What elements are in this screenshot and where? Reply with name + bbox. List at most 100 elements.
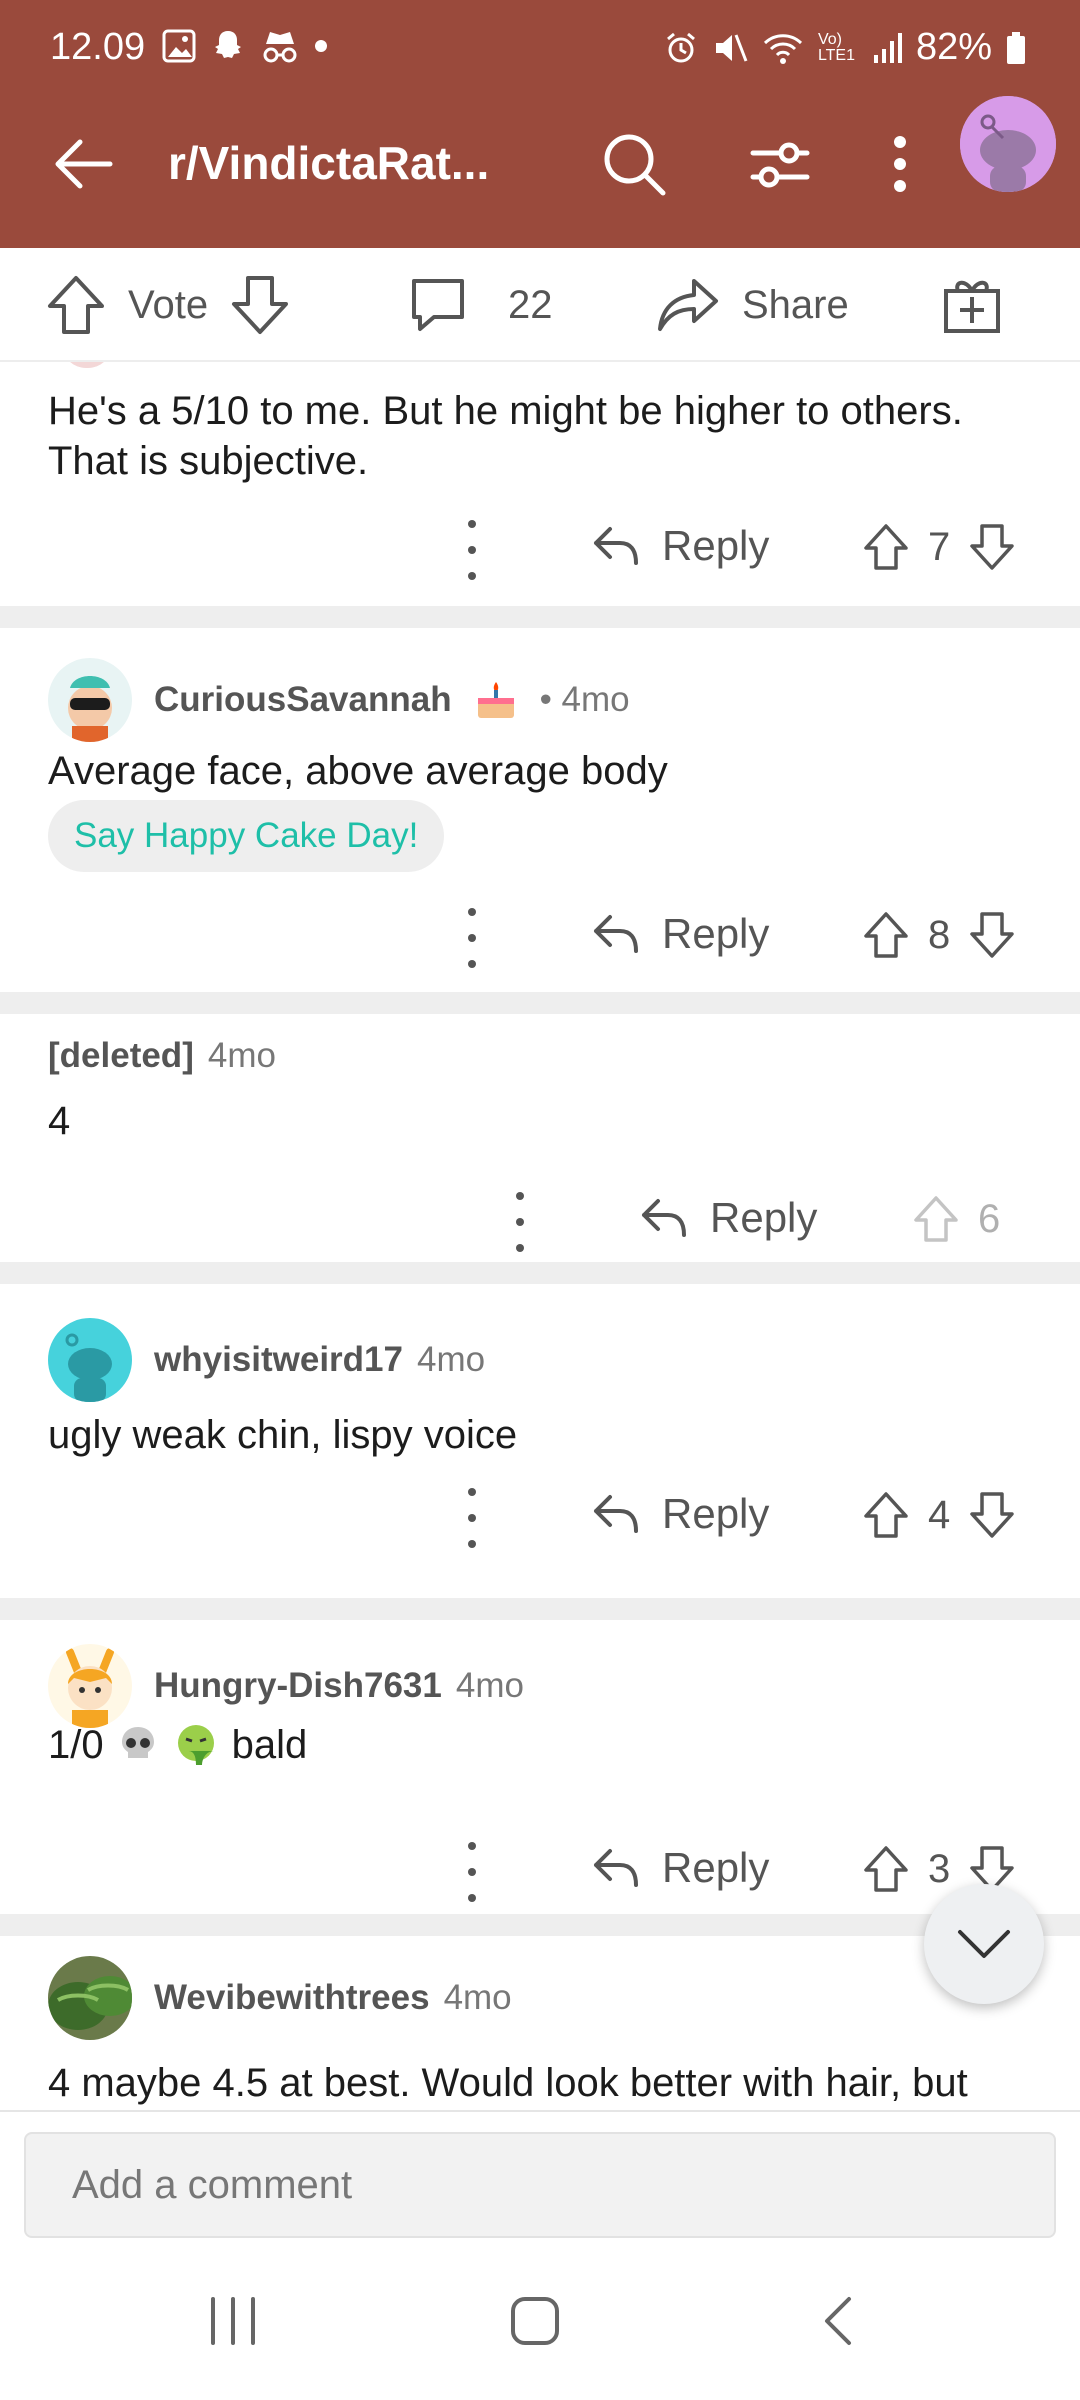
upvote-icon[interactable]	[862, 522, 910, 572]
comment-header: [deleted] 4mo	[48, 1014, 276, 1098]
comment-item: CuriousSavannah • 4mo Average face, abov…	[0, 628, 1080, 992]
vote-score: 8	[928, 912, 951, 957]
award-button[interactable]	[942, 248, 1002, 362]
comment-votes: 6	[912, 1194, 1000, 1244]
comment-body: ugly weak chin, lispy voice	[48, 1413, 518, 1457]
downvote-icon[interactable]	[968, 522, 1016, 572]
upvote-icon[interactable]	[862, 1844, 910, 1894]
comment-body: 4 maybe 4.5 at best. Would look better w…	[48, 2061, 968, 2105]
comment-actions: Reply 7	[0, 510, 1080, 590]
comment-actions: Reply 8	[0, 898, 1080, 978]
comments-count-button[interactable]: 22	[408, 248, 553, 362]
comment-username[interactable]: Hungry-Dish7631	[154, 1666, 442, 1706]
sort-sliders-icon	[750, 142, 810, 188]
reply-button[interactable]: Reply	[592, 1490, 769, 1538]
upvote-icon[interactable]	[862, 1490, 910, 1540]
comment-header: Hungry-Dish7631 4mo	[48, 1644, 524, 1728]
recent-apps-icon	[211, 2297, 255, 2345]
upvote-icon[interactable]	[862, 910, 910, 960]
post-action-bar: Vote 22 Share	[0, 248, 1080, 362]
comment-more-button[interactable]	[462, 1842, 482, 1902]
reply-button[interactable]: Reply	[592, 522, 769, 570]
comment-body: 1/0 bald	[48, 1720, 1038, 1770]
search-button[interactable]	[596, 126, 672, 202]
comment-composer-bar: Add a comment	[0, 2110, 1080, 2240]
comment-separator	[0, 1598, 1080, 1620]
gallery-icon	[162, 29, 196, 63]
subreddit-title[interactable]: r/VindictaRat...	[168, 136, 489, 190]
status-time: 12.09	[50, 26, 146, 68]
share-button[interactable]: Share	[656, 248, 849, 362]
dot-icon	[315, 40, 327, 52]
comment-separator	[0, 992, 1080, 1014]
comment-avatar[interactable]	[48, 1644, 132, 1728]
user-avatar[interactable]	[960, 96, 1056, 192]
say-happy-cake-day-button[interactable]: Say Happy Cake Day!	[48, 800, 445, 872]
status-left-icons	[162, 28, 328, 64]
comment-more-button[interactable]	[462, 1488, 482, 1548]
comment-item: [deleted] 4mo 4 Reply 6	[0, 1014, 1080, 1262]
share-icon	[658, 279, 718, 331]
comment-separator	[0, 1262, 1080, 1284]
comment-username[interactable]: Wevibewithtrees	[154, 1978, 430, 2018]
comment-avatar[interactable]	[48, 1956, 132, 2040]
comment-username[interactable]: whyisitweird17	[154, 1340, 403, 1380]
vote-group: Vote	[46, 248, 290, 362]
snoo-avatar-icon	[960, 96, 1056, 192]
comment-avatar[interactable]	[48, 1318, 132, 1402]
chevron-down-icon	[958, 1930, 1010, 1958]
comment-more-button[interactable]	[462, 520, 482, 580]
comment-item: Wevibewithtrees 4mo 4 maybe 4.5 at best.…	[0, 1936, 1080, 2110]
status-bar: 12.09 Vo) LTE1 82%	[0, 0, 1080, 96]
comment-header: whyisitweird17 4mo	[48, 1318, 485, 1402]
search-icon	[604, 134, 666, 196]
cake-day-icon	[477, 682, 514, 718]
watermelon-avatar-icon	[48, 1956, 132, 2040]
vote-score: 4	[928, 1492, 951, 1537]
alarm-icon	[666, 32, 695, 62]
back-button[interactable]	[46, 126, 122, 202]
wifi-icon	[763, 33, 802, 64]
comment-more-button[interactable]	[462, 908, 482, 968]
avatar-icon	[48, 658, 132, 742]
comment-avatar[interactable]	[48, 658, 132, 742]
upvote-icon[interactable]	[46, 274, 106, 336]
comment-separator	[0, 1914, 1080, 1936]
mute-icon	[715, 33, 748, 62]
upvote-icon	[914, 1196, 958, 1242]
recent-apps-button[interactable]	[188, 2276, 278, 2366]
reply-arrow-icon	[642, 1199, 686, 1237]
back-arrow-icon	[55, 139, 113, 189]
system-back-button[interactable]	[794, 2276, 884, 2366]
downvote-icon[interactable]	[230, 274, 290, 336]
system-navigation-bar	[0, 2240, 1080, 2400]
reply-button[interactable]: Reply	[592, 910, 769, 958]
comment-more-button[interactable]	[510, 1192, 530, 1252]
overflow-menu-button[interactable]	[862, 126, 938, 202]
add-comment-input[interactable]: Add a comment	[24, 2132, 1056, 2238]
battery-icon	[1007, 31, 1025, 64]
toolbar: r/VindictaRat...	[0, 96, 1080, 248]
home-button[interactable]	[490, 2276, 580, 2366]
app-bar: 12.09 Vo) LTE1 82% r/VindictaRat...	[0, 0, 1080, 248]
vomit-emoji-icon	[177, 1725, 214, 1765]
more-vertical-icon	[894, 136, 906, 192]
sort-button[interactable]	[742, 126, 818, 202]
vote-label: Vote	[128, 282, 209, 327]
next-comment-button[interactable]	[924, 1884, 1044, 2004]
reply-button[interactable]: Reply	[640, 1194, 817, 1242]
comment-username: [deleted]	[48, 1036, 194, 1075]
reply-arrow-icon	[594, 527, 638, 565]
downvote-icon[interactable]	[968, 910, 1016, 960]
reply-label: Reply	[662, 522, 770, 569]
comment-username[interactable]: CuriousSavannah	[154, 680, 452, 720]
comment-time: 4mo	[443, 1978, 512, 2017]
status-right-icons: Vo) LTE1 82%	[664, 26, 1026, 69]
snapchat-icon	[215, 31, 241, 58]
skull-emoji-icon	[121, 1727, 154, 1758]
vote-score: 3	[928, 1846, 951, 1891]
reply-button[interactable]: Reply	[592, 1844, 769, 1892]
downvote-icon[interactable]	[968, 1490, 1016, 1540]
comment-header: CuriousSavannah • 4mo	[48, 658, 630, 742]
comment-body-prefix: 1/0	[48, 1723, 104, 1767]
